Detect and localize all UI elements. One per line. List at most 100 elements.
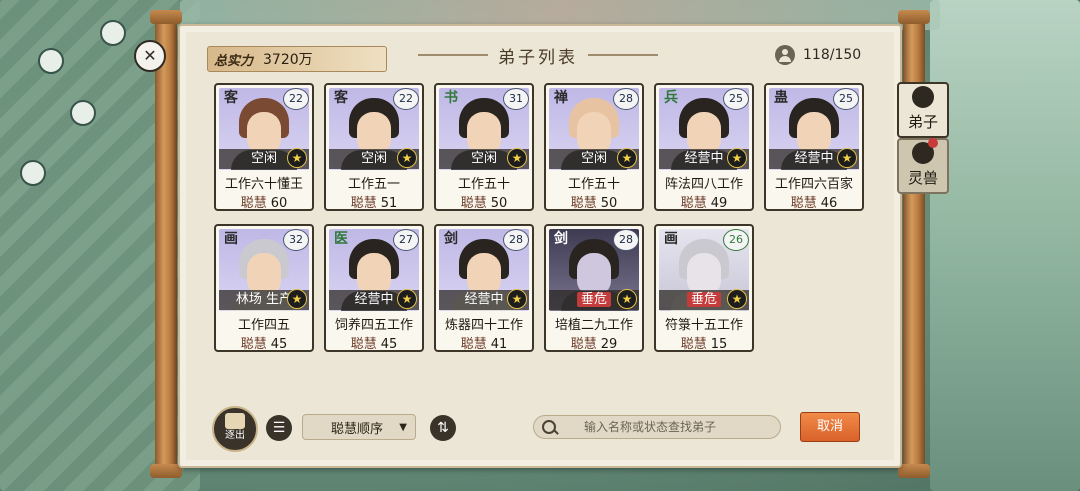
sect-badge: 剑 [554,231,568,247]
disciple-stat: 聪慧 60 [216,192,312,211]
stat-value: 41 [490,337,508,352]
disciple-stat: 聪慧 45 [326,333,422,352]
disciple-count: 118/150 [775,45,861,65]
star-icon: ★ [727,289,747,309]
map-node [20,160,46,186]
level-badge: 25 [723,88,749,110]
list-view-button[interactable]: ☰ [266,415,292,441]
disciple-card[interactable]: 剑 28 经营中 ★ 炼器四十工作 聪慧 41 [434,224,534,352]
disciple-name: 工作五一 [347,177,400,192]
stat-label: 聪慧 [460,337,487,352]
stat-label: 聪慧 [790,196,817,211]
disciple-name: 饲养四五工作 [334,318,413,333]
disciple-name: 炼器四十工作 [444,318,523,333]
level-badge: 28 [503,229,529,251]
stat-value: 50 [490,196,508,211]
level-badge: 32 [283,229,309,251]
sect-badge: 禅 [554,90,568,106]
stat-label: 聪慧 [350,337,377,352]
sect-badge: 画 [664,231,678,247]
tab-disciples[interactable]: 弟子 [897,82,949,138]
stat-label: 聪慧 [350,196,377,211]
stat-value: 45 [270,337,288,352]
stat-label: 聪慧 [680,337,707,352]
stat-value: 51 [380,196,398,211]
expel-button[interactable]: 逐出 [212,406,258,452]
list-icon: ☰ [272,420,286,436]
map-background-right [930,0,1080,491]
lotus-icon [912,86,934,108]
level-badge: 22 [393,88,419,110]
disciple-stat: 聪慧 50 [436,192,532,211]
disciple-stat: 聪慧 15 [656,333,752,352]
chevron-down-icon: ▼ [399,421,407,433]
sect-badge: 画 [224,231,238,247]
star-icon: ★ [397,289,417,309]
stat-label: 聪慧 [680,196,707,211]
search-input[interactable] [582,419,776,435]
stat-label: 聪慧 [240,337,267,352]
disciple-card[interactable]: 蛊 25 经营中 ★ 工作四六百家 聪慧 46 [764,83,864,211]
star-icon: ★ [617,289,637,309]
stat-value: 45 [380,337,398,352]
total-power-box: 总实力 3720万 [207,46,387,72]
sect-badge: 客 [224,90,238,106]
disciple-card[interactable]: 禅 28 空闲 ★ 工作五十 聪慧 50 [544,83,644,211]
disciple-stat: 聪慧 29 [546,333,642,352]
level-badge: 25 [833,88,859,110]
search-box[interactable] [533,415,781,439]
disciple-stat: 聪慧 50 [546,192,642,211]
map-node [38,48,64,74]
tab-spirit-beasts[interactable]: 灵兽 [897,138,949,194]
level-badge: 22 [283,88,309,110]
star-icon: ★ [617,148,637,168]
stat-label: 聪慧 [570,337,597,352]
sect-badge: 剑 [444,231,458,247]
disciple-name: 培植二九工作 [554,318,633,333]
stat-label: 聪慧 [570,196,597,211]
cancel-button[interactable]: 取消 [800,412,860,442]
person-icon [775,45,795,65]
danger-tag: 垂危 [686,292,721,307]
lantern-icon[interactable]: ✕ [134,40,166,72]
disciple-card[interactable]: 医 27 经营中 ★ 饲养四五工作 聪慧 45 [324,224,424,352]
disciple-name: 工作五十 [457,177,510,192]
disciple-name: 阵法四八工作 [664,177,743,192]
stat-value: 60 [270,196,288,211]
sect-badge: 兵 [664,90,678,106]
disciple-stat: 聪慧 49 [656,192,752,211]
disciple-name: 工作六十懂王 [224,177,303,192]
page-title-wrap: 弟子列表 [418,42,658,68]
disciple-card[interactable]: 兵 25 经营中 ★ 阵法四八工作 聪慧 49 [654,83,754,211]
star-icon: ★ [397,148,417,168]
map-node [100,20,126,46]
disciple-card[interactable]: 书 31 空闲 ★ 工作五十 聪慧 50 [434,83,534,211]
disciple-card[interactable]: 画 26 垂危 ★ 符箓十五工作 聪慧 15 [654,224,754,352]
disciple-card[interactable]: 客 22 空闲 ★ 工作六十懂王 聪慧 60 [214,83,314,211]
disciple-name: 工作四六百家 [774,177,853,192]
swap-icon: ⇅ [437,420,449,436]
disciple-stat: 聪慧 41 [436,333,532,352]
disciple-card[interactable]: 画 32 林场 生产 ★ 工作四五 聪慧 45 [214,224,314,352]
stat-value: 46 [820,196,838,211]
star-icon: ★ [507,289,527,309]
disciple-card[interactable]: 客 22 空闲 ★ 工作五一 聪慧 51 [324,83,424,211]
star-icon: ★ [727,148,747,168]
stat-value: 29 [600,337,618,352]
level-badge: 31 [503,88,529,110]
star-icon: ★ [287,148,307,168]
total-power-value: 3720万 [263,52,313,68]
scroll-roller-left [150,10,182,478]
search-icon [542,420,556,434]
danger-tag: 垂危 [576,292,611,307]
sort-order-toggle[interactable]: ⇅ [430,415,456,441]
level-badge: 26 [723,229,749,251]
sect-badge: 书 [444,90,458,106]
disciple-stat: 聪慧 51 [326,192,422,211]
sort-dropdown[interactable]: 聪慧顺序 ▼ [302,414,416,440]
sect-badge: 蛊 [774,90,788,106]
tab-label: 弟子 [907,113,938,131]
stat-value: 50 [600,196,618,211]
map-node [70,100,96,126]
disciple-card[interactable]: 剑 28 垂危 ★ 培植二九工作 聪慧 29 [544,224,644,352]
